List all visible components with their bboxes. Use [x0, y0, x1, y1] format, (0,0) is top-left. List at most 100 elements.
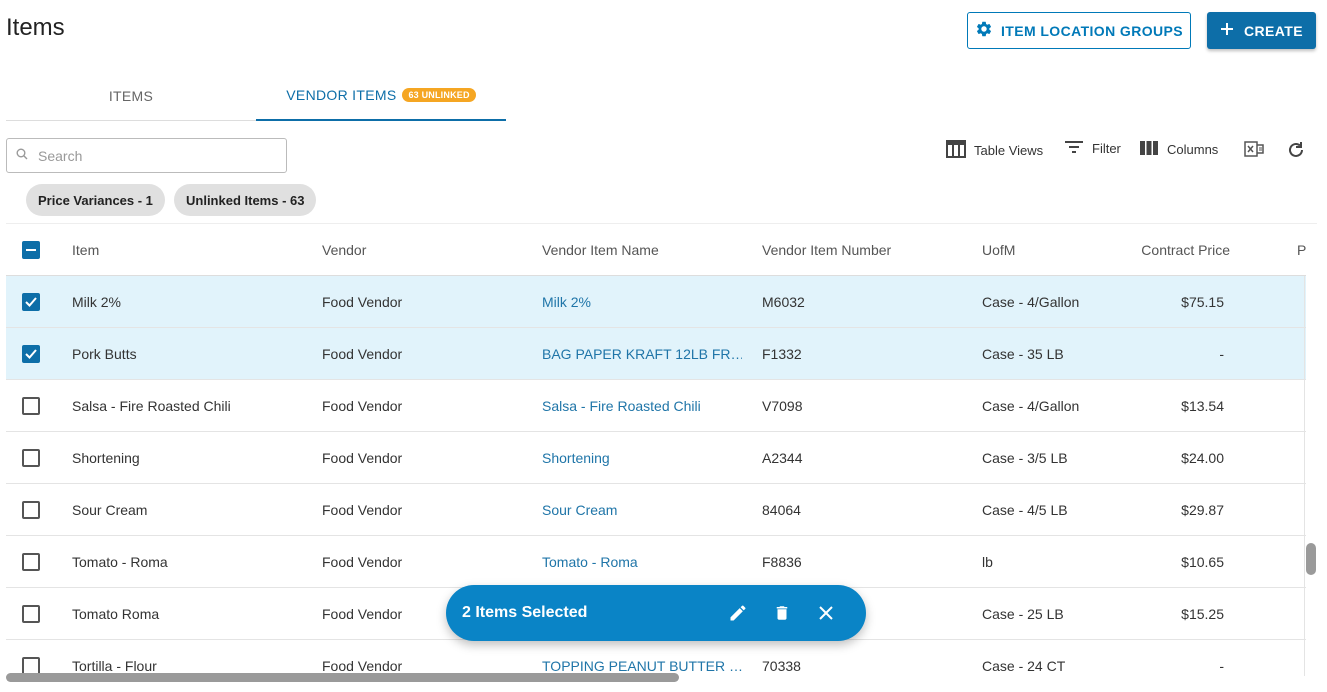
table-views-button[interactable]: Table Views	[946, 140, 1043, 161]
item-location-groups-button[interactable]: ITEM LOCATION GROUPS	[967, 12, 1191, 49]
unlinked-items-chip[interactable]: Unlinked Items - 63	[174, 184, 317, 216]
cell-uofm: Case - 24 CT	[982, 657, 1066, 674]
columns-icon	[1139, 140, 1159, 159]
cell-contract-price: -	[1219, 345, 1224, 362]
tab-items[interactable]: ITEMS	[6, 70, 256, 121]
columns-button[interactable]: Columns	[1139, 140, 1218, 159]
column-header-partial[interactable]: P	[1297, 224, 1317, 275]
column-header-vendor-item-number[interactable]: Vendor Item Number	[762, 224, 972, 275]
cell-contract-price: $10.65	[1181, 553, 1224, 570]
checkbox-indeterminate	[22, 240, 40, 259]
cell-vendor-item-name-link[interactable]: Milk 2%	[542, 276, 742, 327]
cell-vendor: Food Vendor	[322, 397, 403, 414]
column-header-item[interactable]: Item	[72, 224, 312, 275]
cell-vendor-item-number: V7098	[762, 397, 803, 414]
cell-uofm: Case - 4/Gallon	[982, 293, 1080, 310]
cell-contract-price: $75.15	[1181, 293, 1224, 310]
cell-vendor-item-number: 70338	[762, 657, 801, 674]
gear-icon	[975, 20, 993, 41]
cell-item: Pork Butts	[72, 345, 137, 362]
price-variances-chip[interactable]: Price Variances - 1	[26, 184, 165, 216]
row-checkbox[interactable]	[22, 432, 40, 483]
tab-label: VENDOR ITEMS	[286, 86, 397, 103]
cell-contract-price: $13.54	[1181, 397, 1224, 414]
cell-uofm: Case - 3/5 LB	[982, 449, 1068, 466]
vertical-scrollbar[interactable]	[1306, 543, 1316, 575]
selection-action-bar: 2 Items Selected	[446, 585, 866, 641]
horizontal-scrollbar[interactable]	[6, 673, 679, 682]
cell-item: Tomato - Roma	[72, 553, 168, 570]
cell-vendor: Food Vendor	[322, 553, 403, 570]
cell-contract-price: $29.87	[1181, 501, 1224, 518]
cell-item: Milk 2%	[72, 293, 122, 310]
select-all-checkbox[interactable]	[22, 224, 40, 275]
cell-uofm: Case - 4/5 LB	[982, 501, 1068, 518]
delete-icon[interactable]	[772, 603, 792, 623]
filter-button[interactable]: Filter	[1064, 140, 1121, 157]
plus-icon	[1220, 22, 1234, 39]
table-header-row: Item Vendor Vendor Item Name Vendor Item…	[6, 224, 1306, 276]
cell-item: Salsa - Fire Roasted Chili	[72, 397, 231, 414]
cell-vendor-item-number: M6032	[762, 293, 805, 310]
column-header-vendor-item-name[interactable]: Vendor Item Name	[542, 224, 752, 275]
row-checkbox[interactable]	[22, 484, 40, 535]
cell-uofm: Case - 35 LB	[982, 345, 1064, 362]
cell-item: Tomato Roma	[72, 605, 160, 622]
refresh-icon	[1286, 140, 1306, 163]
table-row[interactable]: Salsa - Fire Roasted Chili Food Vendor S…	[6, 380, 1306, 432]
export-excel-button[interactable]	[1244, 140, 1264, 161]
cell-contract-price: $24.00	[1181, 449, 1224, 466]
cell-item: Sour Cream	[72, 501, 148, 518]
table-right-border	[1304, 276, 1305, 676]
cell-uofm: lb	[982, 553, 993, 570]
chip-label: Price Variances - 1	[38, 192, 153, 208]
cell-vendor-item-name-link[interactable]: BAG PAPER KRAFT 12LB FR…	[542, 328, 742, 379]
selection-count-label: 2 Items Selected	[462, 604, 588, 621]
table-row[interactable]: Sour Cream Food Vendor Sour Cream 84064 …	[6, 484, 1306, 536]
create-button[interactable]: CREATE	[1207, 12, 1316, 49]
cell-item: Shortening	[72, 449, 140, 466]
cell-vendor-item-name-link[interactable]: Tomato - Roma	[542, 536, 742, 587]
table-row[interactable]: Pork Butts Food Vendor BAG PAPER KRAFT 1…	[6, 328, 1306, 380]
tab-label: ITEMS	[108, 87, 154, 104]
edit-icon[interactable]	[728, 603, 748, 623]
row-checkbox[interactable]	[22, 536, 40, 587]
table-views-icon	[946, 140, 966, 161]
close-icon[interactable]	[816, 603, 836, 623]
cell-vendor-item-number: F1332	[762, 345, 802, 362]
cell-uofm: Case - 4/Gallon	[982, 397, 1080, 414]
column-header-contract-price[interactable]: Contract Price	[1106, 224, 1230, 275]
cell-vendor: Food Vendor	[322, 293, 403, 310]
filter-icon	[1064, 140, 1084, 157]
tab-vendor-items[interactable]: VENDOR ITEMS 63 UNLINKED	[256, 70, 506, 121]
cell-vendor-item-name-link[interactable]: Sour Cream	[542, 484, 742, 535]
row-checkbox[interactable]	[22, 380, 40, 431]
row-checkbox[interactable]	[22, 588, 40, 639]
filter-label: Filter	[1092, 141, 1121, 156]
excel-icon	[1244, 140, 1264, 161]
cell-vendor: Food Vendor	[322, 345, 403, 362]
cell-vendor: Food Vendor	[322, 449, 403, 466]
refresh-button[interactable]	[1286, 140, 1306, 163]
create-label: CREATE	[1244, 22, 1303, 39]
chip-label: Unlinked Items - 63	[186, 192, 305, 208]
table-views-label: Table Views	[974, 143, 1044, 158]
columns-label: Columns	[1167, 142, 1219, 157]
item-location-groups-label: ITEM LOCATION GROUPS	[1001, 22, 1183, 39]
cell-vendor-item-name-link[interactable]: Salsa - Fire Roasted Chili	[542, 380, 742, 431]
table-row[interactable]: Shortening Food Vendor Shortening A2344 …	[6, 432, 1306, 484]
table-row[interactable]: Milk 2% Food Vendor Milk 2% M6032 Case -…	[6, 276, 1306, 328]
cell-vendor-item-number: A2344	[762, 449, 803, 466]
cell-vendor-item-name-link[interactable]: Shortening	[542, 432, 742, 483]
column-header-uofm[interactable]: UofM	[982, 224, 1122, 275]
column-header-vendor[interactable]: Vendor	[322, 224, 532, 275]
row-checkbox[interactable]	[22, 328, 40, 379]
table-row[interactable]: Tomato - Roma Food Vendor Tomato - Roma …	[6, 536, 1306, 588]
cell-vendor-item-number: 84064	[762, 501, 801, 518]
cell-vendor-item-number: F8836	[762, 553, 802, 570]
tab-bar: ITEMS VENDOR ITEMS 63 UNLINKED	[6, 70, 506, 121]
page-title: Items	[6, 14, 65, 41]
row-checkbox[interactable]	[22, 276, 40, 327]
cell-vendor: Food Vendor	[322, 501, 403, 518]
cell-contract-price: $15.25	[1181, 605, 1224, 622]
